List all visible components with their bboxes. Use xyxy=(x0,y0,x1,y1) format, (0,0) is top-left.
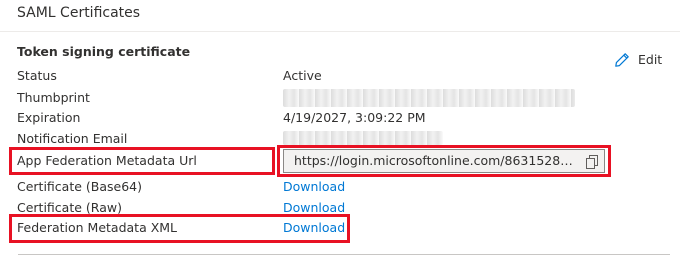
edit-label: Edit xyxy=(638,52,663,67)
edit-button[interactable]: Edit xyxy=(614,50,662,70)
thumbprint-value-redacted xyxy=(283,89,575,107)
expiration-label: Expiration xyxy=(17,110,81,125)
certificate-base64-label: Certificate (Base64) xyxy=(17,179,142,194)
highlight-box-url-label xyxy=(9,147,275,175)
section-title: SAML Certificates xyxy=(17,5,141,21)
status-value: Active xyxy=(283,68,322,83)
pencil-icon xyxy=(614,52,630,68)
token-signing-heading: Token signing certificate xyxy=(17,44,191,59)
bottom-divider xyxy=(18,254,670,255)
thumbprint-label: Thumbprint xyxy=(17,90,90,105)
notification-email-value-redacted xyxy=(283,131,443,145)
certificate-base64-download-link[interactable]: Download xyxy=(283,177,345,197)
notification-email-label: Notification Email xyxy=(17,131,128,146)
expiration-value: 4/19/2027, 3:09:22 PM xyxy=(283,110,426,125)
highlight-box-url-field xyxy=(277,145,611,177)
section-divider xyxy=(0,31,680,32)
status-label: Status xyxy=(17,68,57,83)
highlight-box-federation-metadata-xml xyxy=(9,214,350,243)
